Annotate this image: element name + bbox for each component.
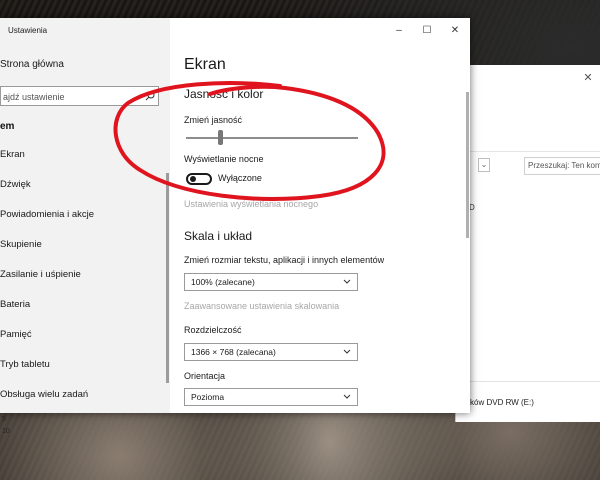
file-explorer-window: ✕ ⌄ Przeszukaj: Ten komp D sków DVD RW (… — [455, 65, 600, 422]
sidebar-item-powiadomienia[interactable]: Powiadomienia i akcje — [0, 209, 94, 220]
explorer-close-icon[interactable]: ✕ — [581, 71, 595, 85]
chevron-down-icon — [343, 279, 351, 284]
settings-window: Ustawienia Strona główna em Ekran Dźwięk… — [0, 18, 470, 413]
scale-heading: Skala i układ — [184, 229, 253, 243]
explorer-history-chevron-icon[interactable]: ⌄ — [478, 158, 490, 172]
brightness-slider-thumb[interactable] — [217, 130, 223, 145]
sidebar-item-tryb-tabletu[interactable]: Tryb tabletu — [0, 359, 50, 370]
brightness-slider-track[interactable] — [186, 137, 358, 139]
sidebar-item-ekran[interactable]: Ekran — [0, 149, 25, 160]
brightness-label: Zmień jasność — [184, 115, 243, 125]
explorer-divider — [456, 381, 600, 382]
scale-value: 100% (zalecane) — [191, 277, 255, 287]
taskbar-fragment: 5 — [2, 416, 6, 423]
resolution-value: 1366 × 768 (zalecana) — [191, 347, 276, 357]
explorer-search-input[interactable]: Przeszukaj: Ten komp — [524, 157, 600, 175]
night-light-state: Wyłączone — [218, 173, 262, 183]
resolution-label: Rozdzielczość — [184, 325, 242, 335]
chevron-down-icon — [343, 349, 351, 354]
orientation-label: Orientacja — [184, 371, 226, 381]
settings-sidebar: Ustawienia Strona główna em Ekran Dźwięk… — [0, 18, 170, 413]
sidebar-item-skupienie[interactable]: Skupienie — [0, 239, 42, 250]
orientation-dropdown[interactable]: Pozioma — [184, 388, 358, 406]
sidebar-item-pamiec[interactable]: Pamięć — [0, 329, 32, 340]
scale-dropdown[interactable]: 100% (zalecane) — [184, 273, 358, 291]
brightness-heading: Jasność i kolor — [184, 87, 264, 101]
sidebar-item-zasilanie[interactable]: Zasilanie i uśpienie — [0, 269, 81, 280]
search-icon[interactable] — [145, 91, 155, 101]
night-light-label: Wyświetlanie nocne — [184, 154, 264, 164]
advanced-scaling-link[interactable]: Zaawansowane ustawienia skalowania — [184, 301, 339, 311]
toggle-knob — [190, 176, 196, 182]
content-scrollbar[interactable] — [466, 92, 469, 238]
sidebar-item-dzwiek[interactable]: Dźwięk — [0, 179, 31, 190]
explorer-ribbon — [456, 95, 600, 152]
explorer-dvd-drive[interactable]: sków DVD RW (E:) — [466, 398, 534, 407]
orientation-value: Pozioma — [191, 392, 225, 402]
scale-label: Zmień rozmiar tekstu, aplikacji i innych… — [184, 255, 385, 265]
sidebar-item-wiele-zadan[interactable]: Obsługa wielu zadań — [0, 389, 88, 400]
chevron-down-icon — [343, 394, 351, 399]
sidebar-item-bateria[interactable]: Bateria — [0, 299, 30, 310]
sidebar-scrollbar[interactable] — [166, 173, 169, 383]
page-title: Ekran — [184, 56, 226, 73]
settings-search-box[interactable] — [0, 86, 159, 106]
night-light-settings-link[interactable]: Ustawienia wyświetlania nocnego — [184, 199, 318, 209]
taskbar-fragment: 10 — [2, 428, 10, 435]
night-light-toggle[interactable] — [186, 173, 212, 185]
window-title: Ustawienia — [8, 26, 48, 35]
sidebar-home[interactable]: Strona główna — [0, 59, 64, 70]
resolution-dropdown[interactable]: 1366 × 768 (zalecana) — [184, 343, 358, 361]
sidebar-section-label: em — [0, 121, 15, 132]
settings-content: Ekran Jasność i kolor Zmień jasność Wyśw… — [170, 18, 470, 413]
settings-search-input[interactable] — [1, 88, 141, 106]
